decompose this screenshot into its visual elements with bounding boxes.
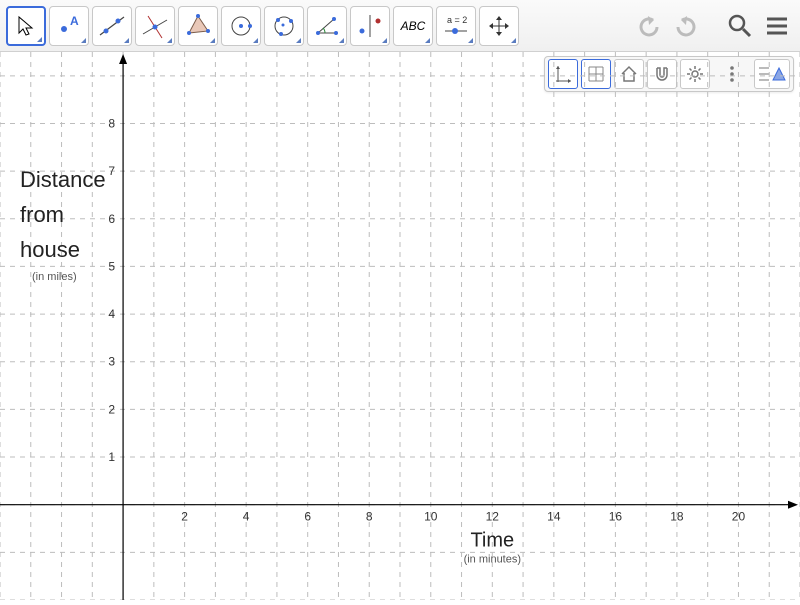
menu-button[interactable] [760, 9, 794, 43]
polygon-icon [183, 11, 213, 41]
svg-text:20: 20 [732, 510, 746, 524]
svg-text:3: 3 [108, 355, 115, 369]
reflect-icon [355, 11, 385, 41]
search-icon [726, 12, 754, 40]
point-icon: A [56, 13, 82, 39]
graph-canvas: 2468101214161820 12345678 Distance from … [0, 52, 800, 600]
move-graphics-tool[interactable] [479, 6, 519, 46]
main-toolbar: A [0, 0, 800, 52]
svg-text:6: 6 [108, 212, 115, 226]
line-tool[interactable] [92, 6, 132, 46]
svg-text:16: 16 [609, 510, 623, 524]
svg-text:12: 12 [486, 510, 500, 524]
svg-text:6: 6 [304, 510, 311, 524]
cursor-icon [15, 15, 37, 37]
angle-tool[interactable] [307, 6, 347, 46]
y-axis-unit: (in miles) [32, 271, 77, 283]
svg-text:8: 8 [108, 116, 115, 130]
svg-text:A: A [70, 14, 79, 28]
redo-button[interactable] [669, 9, 703, 43]
ellipse-icon [269, 11, 299, 41]
svg-text:5: 5 [108, 259, 115, 273]
move-arrows-icon [486, 13, 512, 39]
circle-center-icon [226, 11, 256, 41]
circle-center-point-tool[interactable] [221, 6, 261, 46]
svg-text:a = 2: a = 2 [447, 15, 467, 25]
x-axis-label: Time [470, 530, 514, 552]
hamburger-icon [764, 13, 790, 39]
svg-text:2: 2 [181, 510, 188, 524]
undo-icon [636, 13, 662, 39]
slider-icon: a = 2 [439, 11, 473, 41]
text-tool[interactable]: ABC [393, 6, 433, 46]
svg-text:18: 18 [670, 510, 684, 524]
text-tool-label: ABC [401, 19, 426, 33]
svg-text:2: 2 [108, 402, 115, 416]
svg-text:10: 10 [424, 510, 438, 524]
line-icon [97, 11, 127, 41]
x-axis-unit: (in minutes) [464, 554, 521, 566]
svg-text:4: 4 [108, 307, 115, 321]
svg-text:4: 4 [243, 510, 250, 524]
circle-3points-tool[interactable] [264, 6, 304, 46]
graphics-view[interactable]: 2468101214161820 12345678 Distance from … [0, 52, 800, 600]
polygon-tool[interactable] [178, 6, 218, 46]
undo-button[interactable] [632, 9, 666, 43]
angle-icon [312, 11, 342, 41]
svg-text:7: 7 [108, 164, 115, 178]
perpendicular-line-tool[interactable] [135, 6, 175, 46]
point-tool[interactable]: A [49, 6, 89, 46]
y-axis-label-line3: house [20, 237, 80, 262]
move-tool[interactable] [6, 6, 46, 46]
slider-tool[interactable]: a = 2 [436, 6, 476, 46]
y-axis-label-line1: Distance [20, 167, 106, 192]
search-button[interactable] [723, 9, 757, 43]
y-axis-label-line2: from [20, 202, 64, 227]
reflect-tool[interactable] [350, 6, 390, 46]
perpendicular-icon [140, 11, 170, 41]
svg-text:8: 8 [366, 510, 373, 524]
svg-text:14: 14 [547, 510, 561, 524]
redo-icon [673, 13, 699, 39]
svg-text:1: 1 [108, 450, 115, 464]
